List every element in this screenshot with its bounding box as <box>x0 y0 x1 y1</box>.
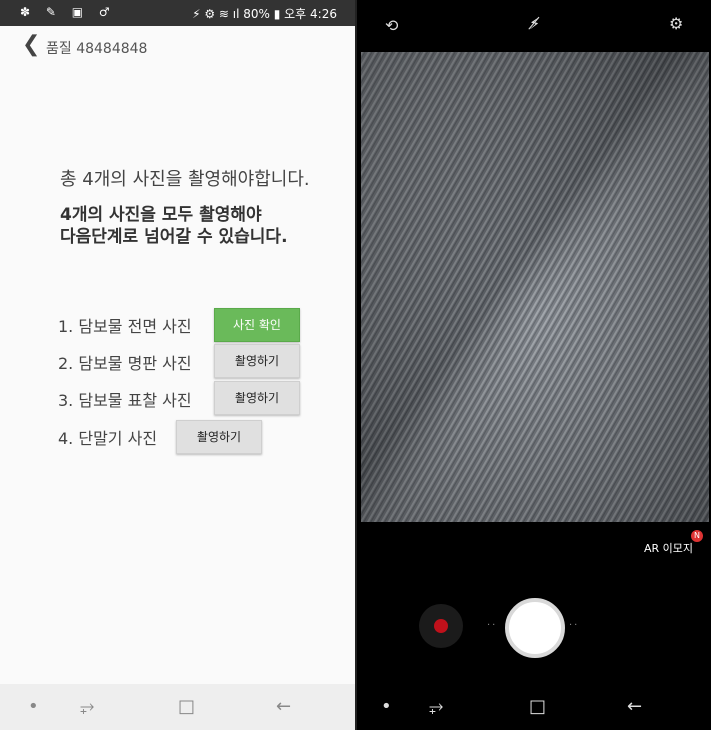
photo-item-label: 2. 담보물 명판 사진 <box>58 354 192 373</box>
status-right-info: ⚡ ⚙ ≋ ıl 80% ▮ 오후 4:26 <box>192 7 337 21</box>
navigation-bar: • ⥅ □ ← <box>0 684 355 730</box>
ar-emoji-button[interactable]: AR 이모지 <box>644 540 693 556</box>
capture-button[interactable]: 촬영하기 <box>176 420 262 454</box>
photo-confirm-button[interactable]: 사진 확인 <box>214 308 300 342</box>
instruction-bold-line1: 4개의 사진을 모두 촬영해야 <box>60 205 262 225</box>
mode-dots-right: ·· <box>569 620 580 631</box>
camera-top-bar: ⟲ ⚡̸ ⚙ <box>357 0 711 50</box>
capture-button[interactable]: 촬영하기 <box>214 344 300 378</box>
recent-apps-icon[interactable]: ⥅ <box>80 696 94 717</box>
instruction-bold: 4개의 사진을 모두 촬영해야 다음단계로 넘어갈 수 있습니다. <box>60 204 288 248</box>
nav-dot-icon[interactable]: • <box>28 696 39 717</box>
instruction-bold-line2: 다음단계로 넘어갈 수 있습니다. <box>60 227 288 247</box>
home-icon[interactable]: □ <box>529 696 546 717</box>
app-bar: ❮ 품질 48484848 <box>0 26 355 66</box>
back-arrow-icon[interactable]: ← <box>627 696 642 717</box>
left-phone-screen: ✽ ✎ ▣ ♂ ⚡ ⚙ ≋ ıl 80% ▮ 오후 4:26 ❮ 품질 4848… <box>0 0 357 730</box>
photo-item-label: 3. 담보물 표찰 사진 <box>58 391 192 410</box>
navigation-bar: • ⥅ □ ← <box>357 684 711 730</box>
camera-viewfinder[interactable] <box>361 52 709 522</box>
mode-dots-left: ·· <box>487 620 498 631</box>
shutter-button[interactable] <box>505 598 565 658</box>
camera-screen: ⟲ ⚡̸ ⚙ AR 이모지 N ·· ·· • ⥅ □ ← <box>357 0 711 730</box>
capture-button[interactable]: 촬영하기 <box>214 381 300 415</box>
back-chevron-icon[interactable]: ❮ <box>22 32 40 57</box>
home-icon[interactable]: □ <box>178 696 195 717</box>
recent-apps-icon[interactable]: ⥅ <box>429 696 443 717</box>
page-title: 품질 48484848 <box>46 41 148 57</box>
record-video-button[interactable] <box>419 604 463 648</box>
photo-item-label: 1. 담보물 전면 사진 <box>58 317 192 336</box>
instruction-text: 총 4개의 사진을 촬영해야합니다. <box>60 169 310 190</box>
flash-off-icon[interactable]: ⚡̸ <box>529 14 540 33</box>
gear-icon[interactable]: ⚙ <box>669 14 683 33</box>
record-dot-icon <box>434 619 448 633</box>
new-badge: N <box>691 530 703 542</box>
fabric-texture-image <box>361 52 709 522</box>
nav-dot-icon[interactable]: • <box>381 696 392 717</box>
switch-camera-icon[interactable]: ⟲ <box>385 16 398 35</box>
photo-item-label: 4. 단말기 사진 <box>58 429 158 448</box>
back-arrow-icon[interactable]: ← <box>276 696 291 717</box>
status-notification-icons: ✽ ✎ ▣ ♂ <box>20 5 116 19</box>
status-bar: ✽ ✎ ▣ ♂ ⚡ ⚙ ≋ ıl 80% ▮ 오후 4:26 <box>0 0 355 26</box>
